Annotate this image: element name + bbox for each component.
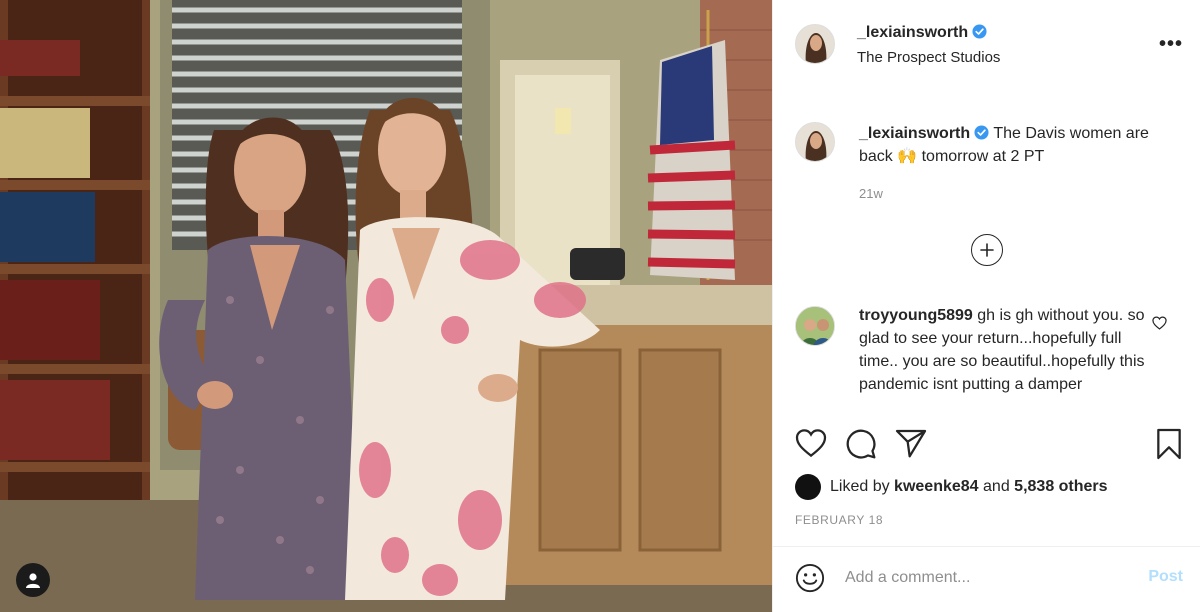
comment-like-button[interactable]: [1152, 316, 1167, 335]
author-avatar-image: [796, 25, 834, 63]
heart-icon: [1152, 316, 1167, 330]
photo-scene: [0, 0, 772, 612]
author-username-text[interactable]: _lexiainsworth: [857, 24, 968, 41]
plus-circle-icon: [980, 243, 994, 257]
emoji-button[interactable]: [795, 563, 825, 598]
author-username[interactable]: _lexiainsworth: [857, 24, 987, 42]
more-options-button[interactable]: •••: [1159, 34, 1183, 54]
post-caption: _lexiainsworth The Davis women are back …: [859, 122, 1179, 168]
likes-others-count[interactable]: 5,838 others: [1014, 478, 1107, 496]
smiley-icon: [795, 563, 825, 593]
verified-badge-icon: [972, 24, 987, 39]
caption-avatar-image: [796, 123, 834, 161]
add-comment-section: Post: [773, 546, 1200, 612]
post-header: _lexiainsworth The Prospect Studios •••: [773, 0, 1200, 90]
comment-button[interactable]: [845, 428, 877, 465]
load-more-comments-button[interactable]: [971, 234, 1003, 266]
post-actions-bar: [773, 428, 1200, 468]
user-tag-icon: [26, 573, 40, 588]
likes-joiner: and: [983, 478, 1010, 495]
share-button[interactable]: [895, 428, 927, 463]
post-date[interactable]: February 18: [795, 513, 883, 527]
like-button[interactable]: [795, 428, 827, 463]
paper-plane-icon: [895, 429, 927, 458]
bookmark-icon: [1157, 428, 1181, 460]
add-comment-input[interactable]: [845, 564, 1125, 592]
commenter-avatar-image: [796, 307, 834, 345]
post-photo[interactable]: [0, 0, 772, 612]
author-avatar[interactable]: [795, 24, 835, 64]
comment-item: troyyoung5899 gh is gh without you. so g…: [859, 304, 1149, 396]
post-side-panel: _lexiainsworth The Prospect Studios ••• …: [772, 0, 1200, 612]
liker-avatar[interactable]: [795, 474, 821, 500]
commenter-avatar[interactable]: [795, 306, 835, 346]
verified-badge-icon: [974, 125, 989, 140]
caption-timestamp[interactable]: 21w: [859, 186, 883, 201]
liked-by-user[interactable]: kweenke84: [894, 478, 979, 496]
likes-prefix: Liked by: [830, 478, 890, 495]
comment-bubble-icon: [846, 429, 876, 459]
caption-username[interactable]: _lexiainsworth: [859, 125, 970, 142]
save-button[interactable]: [1155, 428, 1183, 465]
heart-icon: [795, 429, 827, 458]
tagged-users-button[interactable]: [16, 563, 50, 597]
likes-summary[interactable]: Liked by kweenke84 and 5,838 others: [795, 474, 1108, 500]
post-location[interactable]: The Prospect Studios: [857, 49, 1000, 66]
caption-author-avatar[interactable]: [795, 122, 835, 162]
comments-list[interactable]: _lexiainsworth The Davis women are back …: [773, 100, 1200, 410]
comment-username[interactable]: troyyoung5899: [859, 307, 973, 324]
post-comment-button[interactable]: Post: [1148, 568, 1183, 586]
